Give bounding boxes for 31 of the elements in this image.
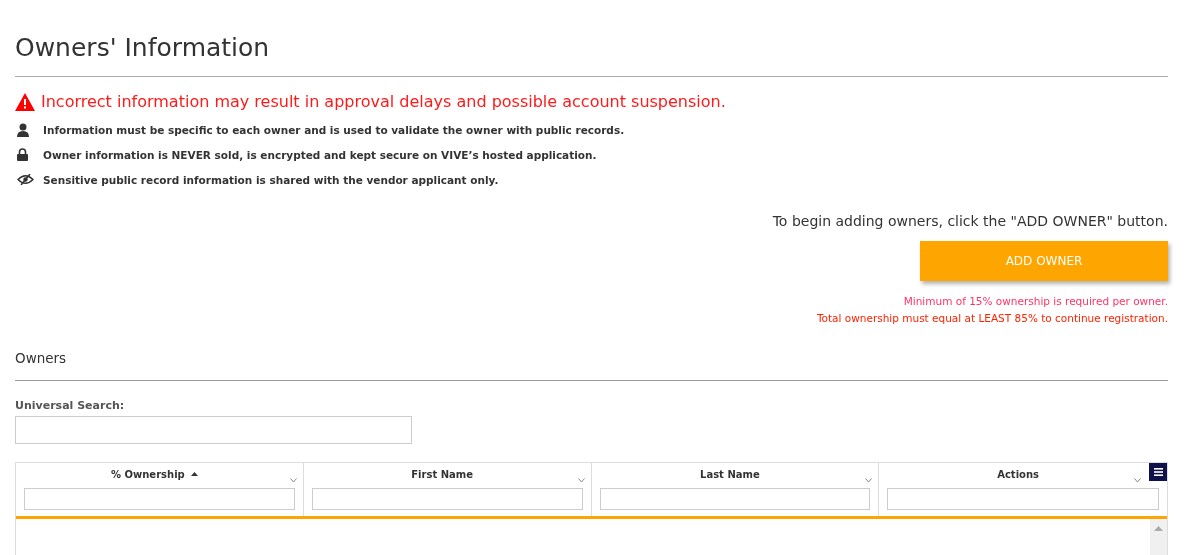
chevron-down-icon[interactable] bbox=[1134, 478, 1141, 483]
scrollbar[interactable] bbox=[1150, 519, 1167, 555]
menu-icon bbox=[1153, 468, 1163, 476]
lock-icon bbox=[17, 148, 28, 161]
notice-text: Sensitive public record information is shared with the vendor applicant only. bbox=[43, 173, 499, 186]
requirement-text: Minimum of 15% ownership is required per owner. bbox=[903, 295, 1168, 307]
filter-field[interactable] bbox=[887, 488, 1159, 510]
chevron-down-icon[interactable] bbox=[865, 478, 873, 483]
filter-field[interactable] bbox=[599, 488, 871, 510]
warning-icon bbox=[15, 92, 35, 111]
chevron-down-icon[interactable] bbox=[289, 478, 297, 483]
person-icon bbox=[17, 122, 29, 137]
warning-message: Incorrect information may result in approval delays and possible account suspension. bbox=[41, 92, 726, 111]
page-title: Owners' Information bbox=[15, 0, 1168, 77]
filter-field[interactable] bbox=[24, 488, 295, 510]
chevron-down-icon[interactable] bbox=[577, 478, 585, 483]
eye-slash-icon bbox=[17, 174, 34, 185]
filter-field[interactable] bbox=[311, 488, 583, 510]
notice-text: Owner information is NEVER sold, is encrypted and kept secure on VIVE’s hosted application. bbox=[43, 148, 597, 161]
column-header[interactable]: First Name bbox=[411, 468, 473, 480]
section-title: Owners bbox=[15, 350, 1168, 381]
column-header[interactable]: % Ownership bbox=[111, 468, 185, 480]
notice-text: Information must be specific to each owner and is used to validate the owner with public records. bbox=[43, 123, 625, 136]
search-label: Universal Search: bbox=[15, 399, 126, 412]
menu-button[interactable] bbox=[1149, 463, 1167, 481]
column-header[interactable]: Actions bbox=[997, 468, 1040, 480]
instruction-text: To begin adding owners, click the "ADD OWNER" button. bbox=[772, 213, 1168, 229]
sort-up-icon[interactable] bbox=[190, 472, 198, 476]
requirement-text: Total ownership must equal at LEAST 85% to continue registration. bbox=[816, 312, 1168, 324]
search-field[interactable] bbox=[15, 416, 412, 444]
column-header[interactable]: Last Name bbox=[700, 468, 760, 480]
